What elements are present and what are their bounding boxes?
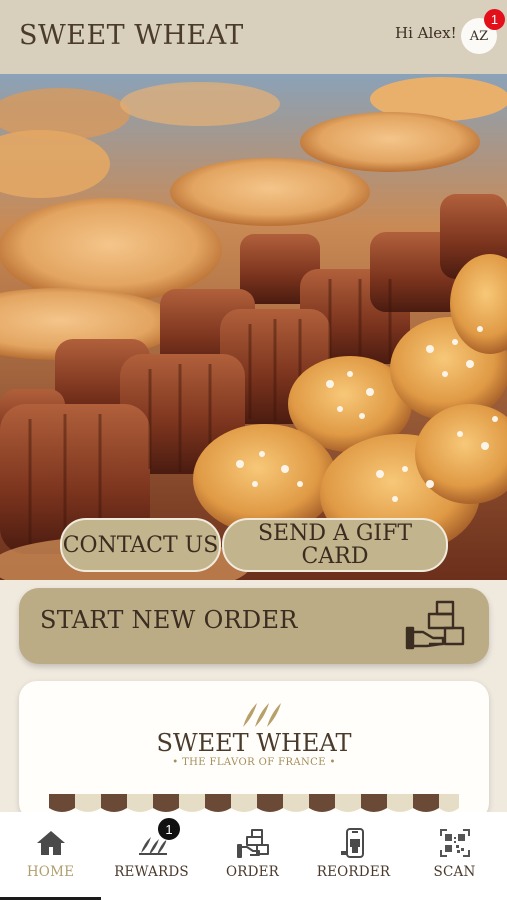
- card-tagline: • THE FLAVOR OF FRANCE •: [172, 757, 336, 768]
- brand-title: SWEET WHEAT: [19, 20, 244, 51]
- order-icon: [237, 829, 269, 858]
- brand-card: SWEET WHEAT • THE FLAVOR OF FRANCE •: [19, 681, 489, 821]
- start-new-order-label: START NEW ORDER: [40, 606, 298, 634]
- rewards-badge: 1: [157, 817, 181, 841]
- contact-us-button[interactable]: CONTACT US: [60, 518, 221, 572]
- tab-reorder[interactable]: REORDER: [303, 812, 404, 900]
- start-new-order-button[interactable]: START NEW ORDER: [19, 588, 489, 664]
- qr-scan-icon: [440, 829, 470, 857]
- notification-badge: 1: [484, 9, 505, 30]
- bottom-navigation: HOME REWARDS ORDER REORDER SCAN: [0, 812, 507, 900]
- app-header: SWEET WHEAT Hi Alex! AZ 1: [0, 0, 507, 74]
- tab-reorder-label: REORDER: [316, 864, 391, 880]
- user-greeting: Hi Alex!: [395, 24, 457, 42]
- tab-order-label: ORDER: [225, 864, 280, 880]
- tab-rewards-label: REWARDS: [114, 864, 189, 880]
- card-brand-name: SWEET WHEAT: [156, 729, 352, 757]
- home-icon: [37, 831, 65, 855]
- tab-rewards[interactable]: REWARDS: [101, 812, 202, 900]
- hero-pastry-image: [0, 74, 507, 580]
- tab-scan[interactable]: SCAN: [404, 812, 505, 900]
- tab-home-label: HOME: [26, 864, 75, 880]
- tab-home[interactable]: HOME: [0, 812, 101, 900]
- tab-scan-label: SCAN: [433, 864, 476, 880]
- tab-order[interactable]: ORDER: [202, 812, 303, 900]
- wheat-logo-icon: [243, 703, 281, 727]
- order-boxes-icon: [405, 600, 465, 650]
- reorder-icon: [341, 828, 364, 858]
- send-gift-card-button[interactable]: SEND A GIFT CARD: [222, 518, 448, 572]
